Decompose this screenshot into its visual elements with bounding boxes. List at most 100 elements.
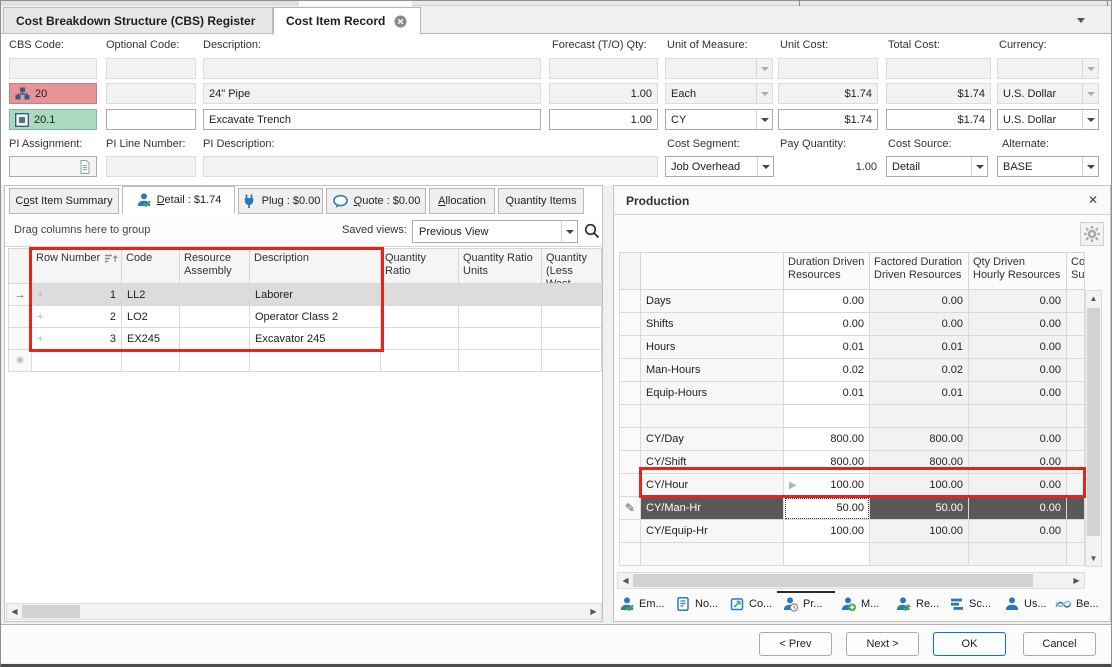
prod-cell-cy-hour-0[interactable]: ▶100.00 [784,474,870,497]
prod-row-selector-equip-hours[interactable] [619,382,641,405]
ok-button[interactable]: OK [933,632,1006,656]
tool-tab-co[interactable]: Co... [729,596,772,612]
grid-cell-row_number[interactable]: +3 [32,328,122,350]
prod-cell-shifts-0[interactable]: 0.00 [784,313,870,336]
prod-cell-spacer-0[interactable] [784,543,870,566]
prod-cell-cy-man-hr-0[interactable]: 50.00 [784,497,870,520]
expand-icon[interactable]: + [37,289,43,301]
new-row-selector[interactable]: ✳ [8,350,32,372]
prod-cell-spacer-1[interactable] [870,405,969,428]
grid-cell-new[interactable] [459,350,542,372]
prod-row-label-cy-man-hr[interactable]: CY/Man-Hr [641,497,784,520]
grid-cell-new[interactable] [250,350,381,372]
prod-cell-cy-shift-1[interactable]: 800.00 [870,451,969,474]
column-header-code[interactable]: Code [122,248,180,284]
grid-cell-new[interactable] [381,350,459,372]
detail-tab-quantity-items[interactable]: Quantity Items [498,188,584,214]
optional-code-input[interactable] [106,109,196,130]
column-header-[interactable]: Quantity Ratio Units [459,248,542,284]
prod-cell-hours-1[interactable]: 0.01 [870,336,969,359]
tool-tab-no[interactable]: No... [675,596,718,612]
prod-row-label-cy-shift[interactable]: CY/Shift [641,451,784,474]
close-icon[interactable]: ✕ [1088,193,1098,207]
grid-cell-row_number[interactable]: +1 [32,284,122,306]
forecast-qty-input[interactable]: 1.00 [549,109,658,130]
prod-row-selector-cy-equip-hr[interactable] [619,520,641,543]
tool-tab-us[interactable]: Us... [1004,596,1047,612]
grid-cell-new[interactable] [542,350,602,372]
saved-views-select[interactable]: Previous View [412,220,578,243]
alternate-select[interactable]: BASE [997,156,1099,177]
pi-line-number-field[interactable] [106,156,196,177]
currency-select[interactable]: U.S. Dollar [997,109,1099,130]
tool-tab-be[interactable]: Be... [1055,596,1099,611]
grid-cell-code[interactable]: LL2 [122,284,180,306]
prod-cell-cy-man-hr-2[interactable]: 0.00 [969,497,1067,520]
uom-select[interactable]: CY [665,109,773,130]
prod-row-selector-spacer[interactable] [619,543,641,566]
tab-cost-item-record[interactable]: Cost Item Record [273,7,421,35]
prod-cell-man-hours-1[interactable]: 0.02 [870,359,969,382]
prod-row-selector-spacer[interactable] [619,405,641,428]
scroll-thumb[interactable] [633,574,1033,587]
column-header-[interactable]: Quantity (Less Wast [542,248,602,284]
prod-cell-cy-equip-hr-2[interactable]: 0.00 [969,520,1067,543]
grid-cell-empty[interactable] [459,328,542,350]
prod-row-selector-hours[interactable] [619,336,641,359]
document-icon[interactable] [79,160,91,174]
uom-select-parent[interactable]: Each [665,83,773,104]
prod-row-label-shifts[interactable]: Shifts [641,313,784,336]
prod-cell-spacer-1[interactable] [870,543,969,566]
grid-cell-new[interactable] [32,350,122,372]
prod-row-selector-cy-man-hr[interactable]: ✎ [619,497,641,520]
prod-column-header[interactable]: Qty DrivenHourly Resources [969,252,1067,290]
grid-cell-description[interactable]: Laborer [250,284,381,306]
prod-cell-cy-day-2[interactable]: 0.00 [969,428,1067,451]
description-input[interactable]: Excavate Trench [203,109,541,130]
grid-cell-empty[interactable] [459,284,542,306]
currency-select-parent[interactable]: U.S. Dollar [997,83,1099,104]
prod-cell-man-hours-0[interactable]: 0.02 [784,359,870,382]
prod-row-label-equip-hours[interactable]: Equip-Hours [641,382,784,405]
detail-tab-plug-0-00[interactable]: Plug : $0.00 [238,188,323,214]
scroll-right-icon[interactable]: ▶ [1069,573,1084,588]
prod-cell-cy-man-hr-1[interactable]: 50.00 [870,497,969,520]
prod-row-label-spacer[interactable] [641,405,784,428]
tool-tab-m[interactable]: M... [840,596,879,612]
prod-cell-days-0[interactable]: 0.00 [784,290,870,313]
cbs-code-cell-current[interactable]: 20.1 [9,109,97,130]
prod-row-selector-cy-shift[interactable] [619,451,641,474]
prod-row-selector-man-hours[interactable] [619,359,641,382]
gear-icon[interactable] [1080,222,1104,246]
column-header-row-number[interactable]: Row Number [32,248,122,284]
prod-cell-equip-hours-2[interactable]: 0.00 [969,382,1067,405]
grid-cell-description[interactable]: Excavator 245 [250,328,381,350]
prod-cell-cy-shift-2[interactable]: 0.00 [969,451,1067,474]
pi-description-field[interactable] [203,156,658,177]
forecast-qty-field-empty[interactable] [549,58,658,79]
tool-tab-sc[interactable]: Sc... [949,596,991,612]
cost-source-select[interactable]: Detail [886,156,988,177]
grid-cell-code[interactable]: EX245 [122,328,180,350]
grid-cell-empty[interactable] [381,284,459,306]
grid-cell-description[interactable]: Operator Class 2 [250,306,381,328]
expand-icon[interactable]: + [37,311,43,323]
prod-row-label-cy-day[interactable]: CY/Day [641,428,784,451]
description-field-empty[interactable] [203,58,541,79]
prod-cell-cy-hour-2[interactable]: 0.00 [969,474,1067,497]
grid-cell-code[interactable]: LO2 [122,306,180,328]
unit-cost-field-empty[interactable] [778,58,878,79]
total-cost-field-empty[interactable] [886,58,991,79]
unit-cost-input[interactable]: $1.74 [778,109,878,130]
column-header-description[interactable]: Description [250,248,381,284]
grid-cell-resource_assembly[interactable] [180,328,250,350]
prod-cell-spacer-2[interactable] [969,543,1067,566]
tab-close-icon[interactable] [394,15,407,28]
prod-cell-cy-shift-0[interactable]: 800.00 [784,451,870,474]
grid-cell-empty[interactable] [542,284,602,306]
scroll-thumb[interactable] [22,605,80,618]
grid-cell-resource_assembly[interactable] [180,306,250,328]
grid-cell-empty[interactable] [459,306,542,328]
prod-cell-equip-hours-0[interactable]: 0.01 [784,382,870,405]
grid-cell-empty[interactable] [542,328,602,350]
